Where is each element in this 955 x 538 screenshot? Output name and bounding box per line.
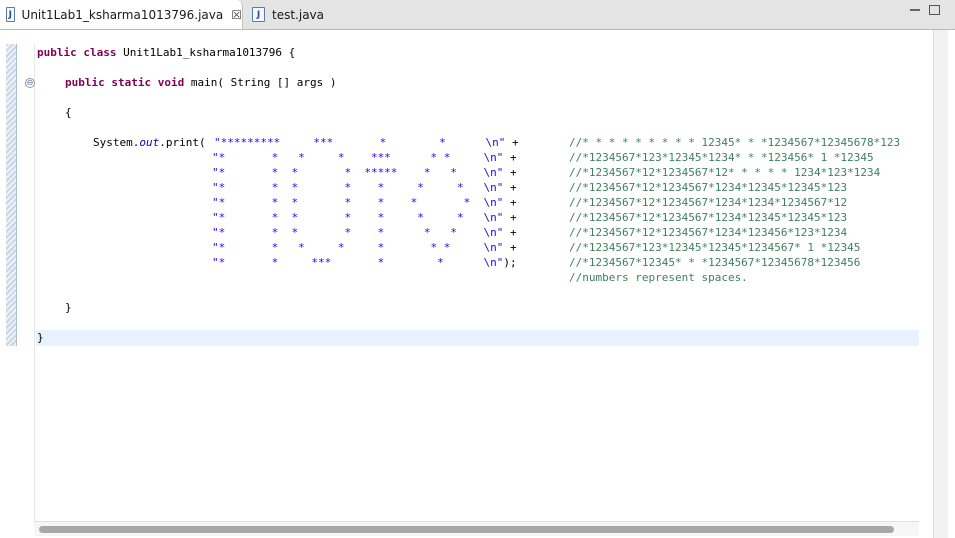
- close-icon[interactable]: ☒: [231, 8, 242, 22]
- editor-tab-bar: J Unit1Lab1_ksharma1013796.java ☒ J test…: [0, 0, 955, 30]
- scrollbar-thumb[interactable]: [39, 526, 894, 533]
- concat-operator: +: [503, 196, 517, 209]
- horizontal-scrollbar[interactable]: [34, 521, 919, 536]
- print-method: .print(: [159, 136, 206, 149]
- keyword: public static void: [65, 76, 185, 89]
- current-line-highlight: [36, 330, 919, 346]
- comment-line: //*1234567*12*1234567*1234*123456*123*12…: [569, 226, 848, 239]
- tab-unit1lab1[interactable]: J Unit1Lab1_ksharma1013796.java ☒: [0, 0, 243, 29]
- maximize-icon[interactable]: [929, 5, 940, 15]
- code-editor[interactable]: ⊖ public class Unit1Lab1_ksharma1013796 …: [0, 30, 955, 538]
- tab-label: test.java: [272, 7, 325, 22]
- code-line-close-inner: }: [65, 301, 72, 314]
- concat-operator: +: [503, 151, 517, 164]
- fold-collapse-icon[interactable]: ⊖: [25, 78, 35, 88]
- gutter-divider: [34, 44, 35, 530]
- string-literal: "* * * * ***** * * \n": [212, 166, 504, 179]
- java-file-icon: J: [6, 7, 15, 22]
- comment-note: //numbers represent spaces.: [569, 270, 748, 285]
- string-literal-line: "* * * * * * * \n" +: [212, 180, 517, 195]
- code-line-open-brace: {: [65, 106, 72, 119]
- tab-test-java[interactable]: J test.java: [246, 0, 331, 29]
- string-literal: "* * * * * * * \n": [212, 226, 504, 239]
- comment-text: //numbers represent spaces.: [569, 271, 748, 284]
- string-literal: "* * * * * * * \n": [212, 181, 504, 194]
- print-call: System.out.print(: [93, 135, 206, 150]
- comment-line: //*1234567*12*1234567*1234*12345*12345*1…: [569, 211, 848, 224]
- tab-label: Unit1Lab1_ksharma1013796.java: [21, 7, 224, 22]
- string-literal-line: "* * * * * * * \n" +: [212, 195, 517, 210]
- string-literal: "* * * * * * * \n": [212, 196, 504, 209]
- system-ref: System.: [93, 136, 140, 149]
- concat-operator: +: [503, 166, 517, 179]
- string-literal: "********* *** * * \n": [214, 136, 506, 149]
- string-literal-line: "* * * * ***** * * \n" +: [212, 165, 517, 180]
- out-field: out: [139, 136, 160, 149]
- string-literal-line: "* * *** * * \n");: [212, 255, 517, 270]
- comment-line: //*1234567*12*1234567*1234*1234*1234567*…: [569, 196, 848, 209]
- string-literal: "* * *** * * \n": [212, 256, 504, 269]
- change-ruler: [6, 44, 17, 346]
- string-literal-line: "* * * * * * * \n" +: [212, 240, 517, 255]
- concat-operator: +: [503, 181, 517, 194]
- comment-line: //*1234567*12345* * *1234567*12345678*12…: [569, 256, 861, 269]
- concat-operator: );: [503, 256, 517, 269]
- vertical-scrollbar[interactable]: [933, 30, 948, 538]
- string-literal-line: "* * * * * * * \n" +: [212, 225, 517, 240]
- string-literal: "* * * * *** * * \n": [212, 151, 504, 164]
- comment-line: //* * * * * * * * * 12345* * *1234567*12…: [569, 136, 901, 149]
- comment-line: //*1234567*12*1234567*12* * * * * 1234*1…: [569, 166, 881, 179]
- string-literal-line: "* * * * *** * * \n" +: [212, 150, 517, 165]
- java-file-icon: J: [252, 7, 265, 22]
- concat-operator: +: [503, 226, 517, 239]
- concat-operator: +: [503, 241, 517, 254]
- comment-line: //*1234567*12*1234567*1234*12345*12345*1…: [569, 181, 848, 194]
- minimize-icon[interactable]: [910, 5, 920, 11]
- concat-operator: +: [505, 136, 519, 149]
- concat-operator: +: [503, 211, 517, 224]
- comment-line: //*1234567*123*12345*12345*1234567* 1 *1…: [569, 241, 861, 254]
- string-literal-line: "********* *** * * \n" +: [214, 135, 519, 150]
- class-name: Unit1Lab1_ksharma1013796 {: [116, 46, 296, 59]
- string-literal: "* * * * * * * \n": [212, 211, 504, 224]
- string-literal-line: "* * * * * * * \n" +: [212, 210, 517, 225]
- code-line-close-outer: }: [37, 331, 44, 344]
- method-signature: main( String [] args ): [184, 76, 337, 89]
- keyword: public class: [37, 46, 117, 59]
- code-line-main: public static void main( String [] args …: [65, 75, 337, 90]
- string-literal: "* * * * * * * \n": [212, 241, 504, 254]
- comment-line: //*1234567*123*12345*1234* * *123456* 1 …: [569, 151, 874, 164]
- code-line-class: public class Unit1Lab1_ksharma1013796 {: [37, 45, 295, 60]
